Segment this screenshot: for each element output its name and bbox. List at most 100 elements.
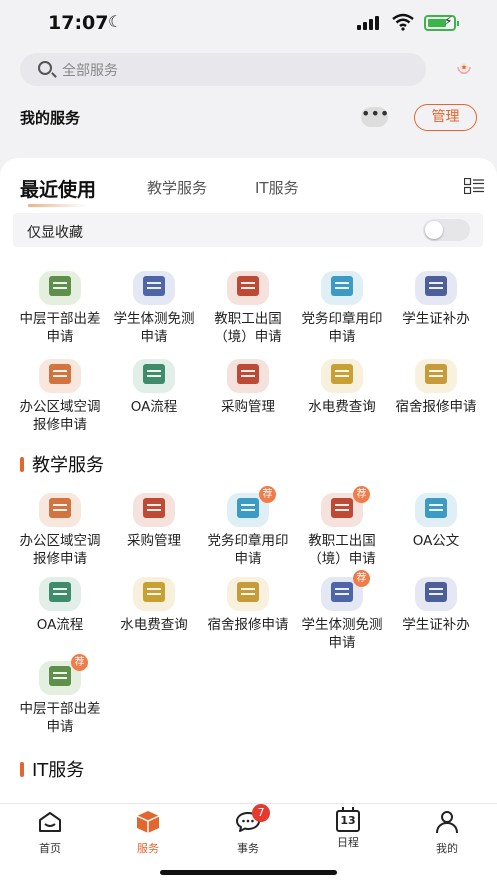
dormitory-icon: [227, 577, 269, 611]
recommend-badge: 荐: [259, 486, 276, 503]
calendar-day: 13: [340, 814, 356, 827]
nav-schedule-label: 日程: [337, 836, 359, 849]
recent-service-item[interactable]: 水电费查询: [295, 359, 389, 416]
business-trip-icon: 荐: [39, 654, 88, 695]
nav-home[interactable]: 首页: [20, 810, 80, 856]
home-icon: [39, 812, 61, 832]
service-label: 中层干部出差申请: [19, 311, 101, 345]
calendar-icon: 13: [336, 807, 360, 832]
service-label: OA流程: [130, 399, 178, 415]
document-icon: [415, 493, 457, 527]
favorites-filter-row: 仅显收藏: [13, 213, 483, 247]
teaching-service-item[interactable]: 荐教职工出国（境）申请: [295, 486, 389, 568]
teaching-service-item[interactable]: 水电费查询: [107, 577, 201, 634]
nav-affairs[interactable]: 7 事务: [218, 804, 278, 856]
tab-active-indicator: [28, 204, 86, 207]
fitness-test-icon: [133, 271, 175, 305]
student-card-icon: [415, 577, 457, 611]
recent-service-item[interactable]: 教职工出国（境）申请: [201, 271, 295, 346]
home-indicator: [160, 870, 337, 875]
service-label: 宿舍报修申请: [395, 399, 477, 415]
seal-icon: 荐: [227, 486, 276, 527]
services-panel: 最近使用 教学服务 IT服务 仅显收藏 中层干部出差申请 学生体测免测申请 教职工出…: [0, 158, 497, 803]
recent-service-item[interactable]: 中层干部出差申请: [13, 271, 107, 346]
recommend-badge: 荐: [353, 570, 370, 587]
teaching-section-title: 教学服务: [32, 455, 104, 476]
nav-services[interactable]: 服务: [118, 810, 178, 856]
status-bar: 17:07 ☾ ⚡: [0, 0, 497, 46]
service-label: 教职工出国（境）申请: [308, 533, 376, 567]
award-icon[interactable]: [452, 57, 476, 81]
favorites-toggle[interactable]: [423, 219, 470, 241]
teaching-service-item[interactable]: 办公区域空调报修申请: [13, 493, 107, 568]
recent-service-item[interactable]: 学生证补办: [389, 271, 483, 328]
search-icon: [38, 61, 52, 75]
teaching-service-item[interactable]: OA流程: [13, 577, 107, 634]
teaching-service-item[interactable]: 宿舍报修申请: [201, 577, 295, 634]
tab-recent[interactable]: 最近使用: [20, 175, 96, 202]
recent-service-item[interactable]: 学生体测免测申请: [107, 271, 201, 346]
recent-service-item[interactable]: OA流程: [107, 359, 201, 416]
teaching-section-header: 教学服务: [20, 451, 104, 477]
seal-icon: [321, 271, 363, 305]
student-card-icon: [415, 271, 457, 305]
nav-home-label: 首页: [39, 842, 61, 855]
recent-service-item[interactable]: 采购管理: [201, 359, 295, 416]
service-label: 学生体测免测申请: [301, 617, 383, 651]
signal-icon: [357, 16, 379, 30]
nav-affairs-label: 事务: [237, 842, 259, 855]
tab-it[interactable]: IT服务: [255, 177, 299, 198]
recommend-badge: 荐: [71, 654, 88, 671]
service-label: 党务印章用印申请: [207, 533, 289, 567]
lightning-icon: [321, 359, 363, 393]
nav-mine[interactable]: 我的: [417, 810, 477, 856]
it-section-header: IT服务: [20, 756, 84, 782]
battery-icon: ⚡: [424, 14, 459, 31]
service-label: 党务印章用印申请: [301, 311, 383, 345]
search-bar[interactable]: 全部服务: [20, 53, 426, 86]
teaching-service-item[interactable]: OA公文: [389, 493, 483, 550]
favorites-filter-label: 仅显收藏: [27, 225, 83, 241]
workflow-icon: [39, 577, 81, 611]
search-placeholder: 全部服务: [62, 63, 118, 79]
recent-service-item[interactable]: 办公区域空调报修申请: [13, 359, 107, 434]
status-time: 17:07: [48, 12, 109, 34]
teaching-service-item[interactable]: 采购管理: [107, 493, 201, 550]
nav-schedule[interactable]: 13 日程: [318, 807, 378, 850]
nav-affairs-badge: 7: [252, 804, 270, 822]
teaching-service-item[interactable]: 学生证补办: [389, 577, 483, 634]
service-label: 采购管理: [221, 399, 275, 415]
tab-teaching[interactable]: 教学服务: [147, 177, 207, 198]
service-label: OA公文: [412, 533, 460, 549]
it-section-title: IT服务: [32, 760, 85, 781]
recommend-badge: 荐: [353, 486, 370, 503]
purchase-icon: [133, 493, 175, 527]
repair-icon: [39, 359, 81, 393]
nav-services-label: 服务: [137, 842, 159, 855]
teaching-service-item[interactable]: 荐党务印章用印申请: [201, 486, 295, 568]
more-button[interactable]: •••: [361, 106, 389, 127]
service-label: 宿舍报修申请: [207, 617, 289, 633]
user-icon: [436, 811, 458, 834]
service-label: OA流程: [36, 617, 84, 633]
teaching-service-item[interactable]: 荐学生体测免测申请: [295, 570, 389, 652]
list-view-icon[interactable]: [464, 178, 484, 194]
wifi-icon: [392, 13, 414, 31]
service-label: 水电费查询: [308, 399, 376, 415]
nav-mine-label: 我的: [436, 842, 458, 855]
my-services-title: 我的服务: [20, 109, 81, 127]
fitness-test-icon: 荐: [321, 570, 370, 611]
service-label: 教职工出国（境）申请: [214, 311, 282, 345]
manage-button[interactable]: 管理: [414, 104, 477, 131]
service-label: 学生体测免测申请: [113, 311, 195, 345]
service-label: 水电费查询: [120, 617, 188, 633]
business-trip-icon: [39, 271, 81, 305]
service-label: 办公区域空调报修申请: [19, 399, 101, 433]
recent-service-item[interactable]: 宿舍报修申请: [389, 359, 483, 416]
service-label: 中层干部出差申请: [19, 701, 101, 735]
teaching-service-item[interactable]: 荐中层干部出差申请: [13, 654, 107, 736]
flight-icon: 荐: [321, 486, 370, 527]
purchase-icon: [227, 359, 269, 393]
service-label: 学生证补办: [402, 311, 470, 327]
recent-service-item[interactable]: 党务印章用印申请: [295, 271, 389, 346]
